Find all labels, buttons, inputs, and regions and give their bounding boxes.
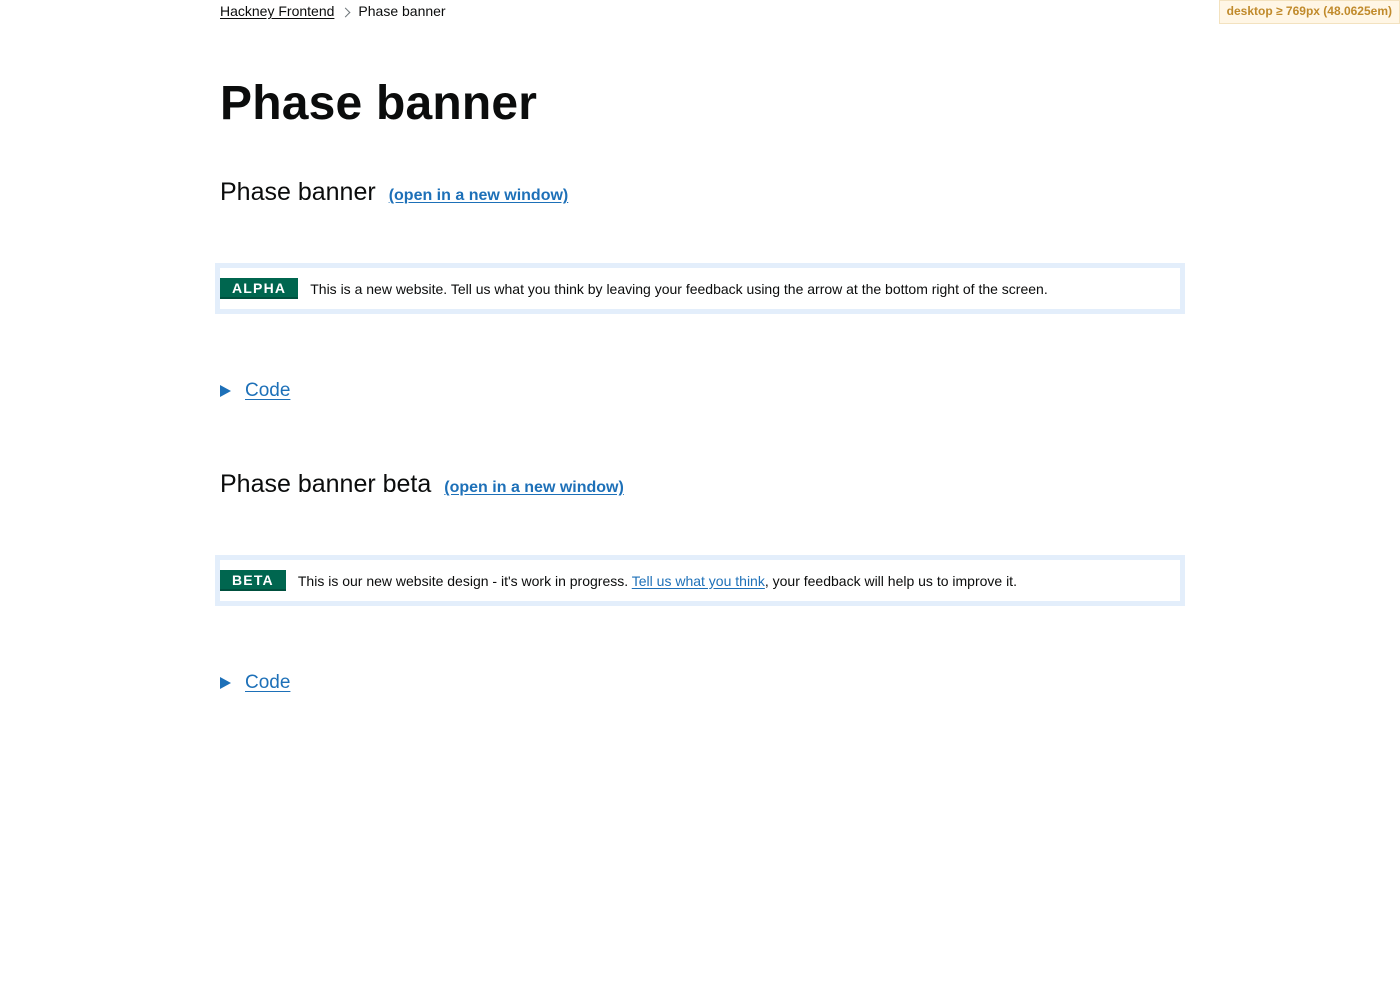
example-heading-phase-banner: Phase banner (open in a new window) xyxy=(220,177,568,211)
phase-banner-beta: BETA This is our new website design - it… xyxy=(220,560,1180,601)
main-container: Hackney Frontend Phase banner Phase bann… xyxy=(215,0,1185,693)
breadcrumb-current: Phase banner xyxy=(358,3,446,19)
banner-text-after: , your feedback will help us to improve … xyxy=(764,572,1017,589)
example-heading-text: Phase banner beta xyxy=(220,470,432,498)
phase-tag-beta: BETA xyxy=(220,570,286,591)
phase-banner-alpha: ALPHA This is a new website. Tell us wha… xyxy=(220,268,1180,309)
chevron-right-icon xyxy=(340,7,351,17)
example-frame-beta: BETA This is our new website design - it… xyxy=(215,555,1185,606)
breadcrumb: Hackney Frontend Phase banner xyxy=(220,0,1185,22)
code-summary[interactable]: Code xyxy=(245,380,290,402)
example-heading-text: Phase banner xyxy=(220,178,376,206)
code-details-beta[interactable]: Code xyxy=(220,672,290,694)
breadcrumb-home-link[interactable]: Hackney Frontend xyxy=(220,3,334,19)
phase-banner-text: This is our new website design - it's wo… xyxy=(298,573,1017,589)
phase-banner-text: This is a new website. Tell us what you … xyxy=(310,280,1048,297)
banner-text-before: This is our new website design - it's wo… xyxy=(297,572,632,589)
code-summary[interactable]: Code xyxy=(245,672,290,694)
feedback-link[interactable]: Tell us what you think xyxy=(632,573,765,589)
media-query-badge: desktop ≥ 769px (48.0625em) xyxy=(1218,0,1400,24)
open-in-new-window-link[interactable]: (open in a new window) xyxy=(444,473,624,503)
page-title: Phase banner xyxy=(220,77,538,130)
example-frame-alpha: ALPHA This is a new website. Tell us wha… xyxy=(215,263,1185,314)
code-details-alpha[interactable]: Code xyxy=(220,380,290,402)
example-heading-phase-banner-beta: Phase banner beta (open in a new window) xyxy=(220,469,624,503)
page: desktop ≥ 769px (48.0625em) Hackney Fron… xyxy=(0,0,1400,1000)
phase-tag-alpha: ALPHA xyxy=(220,278,299,299)
disclosure-triangle-icon xyxy=(220,677,231,689)
open-in-new-window-link[interactable]: (open in a new window) xyxy=(389,181,569,211)
disclosure-triangle-icon xyxy=(220,385,231,397)
